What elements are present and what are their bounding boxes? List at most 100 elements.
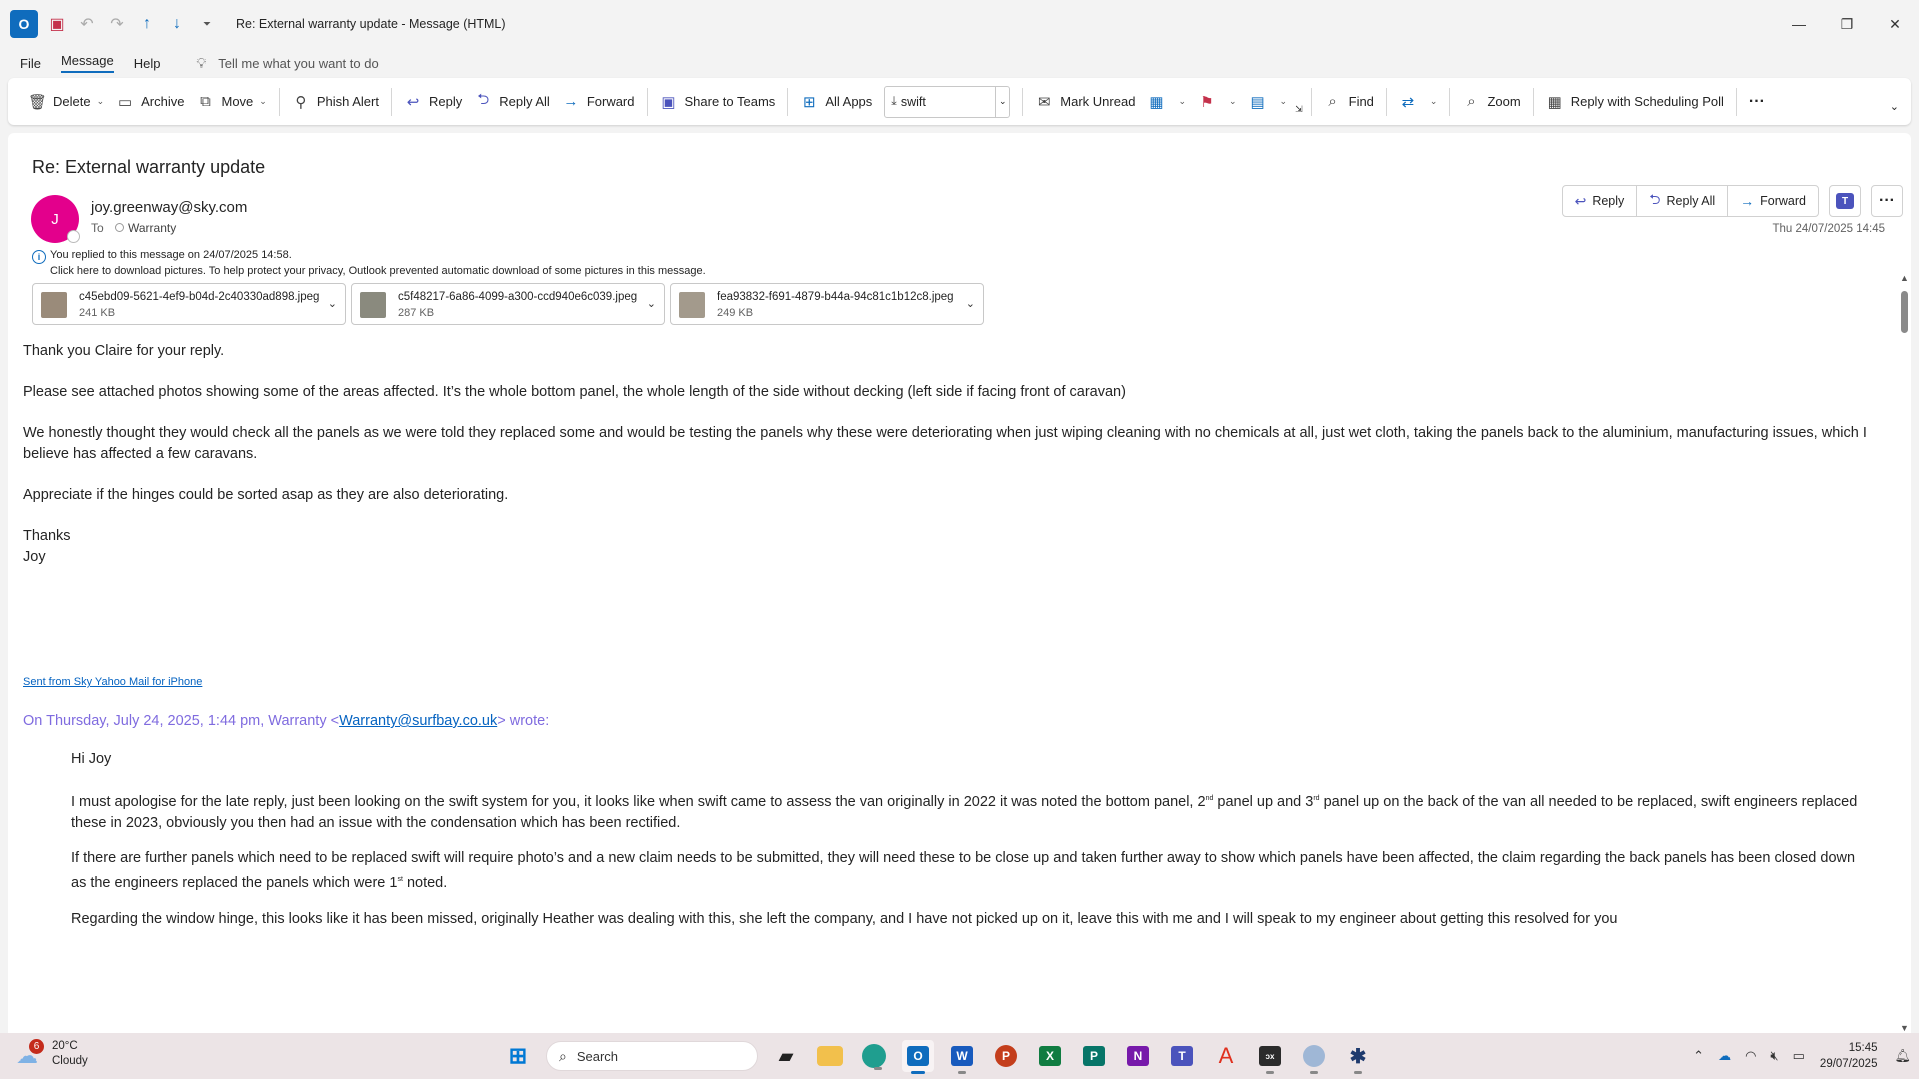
categorize-button[interactable]: ▦ ⌄	[1141, 86, 1192, 118]
reply-all-icon: ⮌	[1649, 191, 1661, 207]
quote-suffix: > wrote:	[497, 713, 550, 729]
tab-file[interactable]: File	[10, 48, 51, 78]
attachment-item[interactable]: fea93832-f691-4879-b44a-94c81c1b12c8.jpe…	[670, 283, 984, 325]
phish-alert-button[interactable]: ⚲ Phish Alert	[286, 86, 385, 118]
notification-bell-icon[interactable]: 🔔︎	[1894, 1048, 1911, 1064]
quote-email-link[interactable]: Warranty@surfbay.co.uk	[339, 713, 497, 729]
chevron-down-icon[interactable]: ⌄	[328, 297, 337, 310]
file-explorer-icon[interactable]	[817, 1046, 843, 1066]
ribbon-collapse-icon[interactable]: ⌄	[1884, 90, 1905, 122]
acrobat-icon[interactable]: A	[1210, 1040, 1242, 1072]
reply-scheduling-poll-button[interactable]: ▦ Reply with Scheduling Poll	[1540, 86, 1730, 118]
more-actions-button[interactable]: ···	[1871, 185, 1903, 217]
running-indicator	[958, 1071, 966, 1074]
find-button[interactable]: ⌕ Find	[1318, 86, 1380, 118]
info-bar[interactable]: i You replied to this message on 24/07/20…	[32, 248, 706, 278]
chevron-down-icon[interactable]: ⌄	[647, 297, 656, 310]
teams-taskbar-icon[interactable]: T	[1166, 1040, 1198, 1072]
header-reply-button[interactable]: ↩ Reply	[1563, 186, 1638, 216]
header-forward-label: Forward	[1760, 194, 1806, 208]
vertical-scrollbar[interactable]: ▲ ▼	[1897, 273, 1911, 1033]
battery-icon[interactable]: ▭	[1793, 1048, 1805, 1064]
image-thumbnail-icon	[360, 292, 386, 318]
volume-muted-icon[interactable]: 🔇︎	[1770, 1048, 1778, 1064]
powerpoint-icon[interactable]: P	[990, 1040, 1022, 1072]
body-paragraph: We honestly thought they would check all…	[23, 425, 1867, 462]
chevron-down-icon[interactable]: ⌄	[966, 297, 975, 310]
mark-unread-button[interactable]: ✉ Mark Unread	[1029, 86, 1141, 118]
onedrive-icon[interactable]: ☁	[1718, 1048, 1731, 1064]
weather-widget[interactable]: ☁ 6 20°C Cloudy	[16, 1039, 88, 1069]
next-item-icon[interactable]: ↓	[162, 9, 192, 39]
terminal-icon[interactable]: ɔx	[1254, 1040, 1286, 1074]
zoom-button[interactable]: ⌕ Zoom	[1456, 86, 1526, 118]
start-button[interactable]: ⊞	[502, 1040, 534, 1072]
running-indicator	[911, 1071, 925, 1074]
signature-link[interactable]: Sent from Sky Yahoo Mail for iPhone	[23, 672, 202, 693]
archive-button[interactable]: ▭ Archive	[110, 86, 190, 118]
wifi-icon[interactable]: ◠	[1745, 1048, 1756, 1064]
chevron-up-icon[interactable]: ⌃	[1693, 1048, 1704, 1064]
ribbon-divider	[1310, 87, 1312, 116]
move-button[interactable]: ⧉ Move ⌄	[190, 86, 272, 118]
undo-icon[interactable]: ↶	[72, 9, 102, 39]
save-icon[interactable]: ▣	[42, 9, 72, 39]
mark-unread-label: Mark Unread	[1060, 94, 1136, 109]
download-pictures-notice[interactable]: Click here to download pictures. To help…	[32, 264, 706, 278]
policy-button[interactable]: ▤ ⌄	[1243, 86, 1294, 118]
translate-button[interactable]: ⇄ ⌄	[1393, 86, 1444, 118]
word-icon[interactable]: W	[946, 1040, 978, 1074]
header-forward-button[interactable]: → Forward	[1728, 186, 1818, 216]
scroll-thumb[interactable]	[1901, 291, 1908, 333]
flag-button[interactable]: ⚑ ⌄	[1192, 86, 1243, 118]
customize-toolbar-icon[interactable]: ⏷	[192, 9, 222, 39]
reply-button[interactable]: ↩ Reply	[398, 86, 468, 118]
reply-all-button[interactable]: ⮌ Reply All	[468, 86, 556, 118]
tell-me-search[interactable]: 💡︎ Tell me what you want to do	[196, 55, 378, 72]
all-apps-button[interactable]: ⊞ All Apps	[794, 86, 878, 118]
tab-message[interactable]: Message	[51, 48, 124, 78]
more-commands-button[interactable]: ···	[1743, 86, 1771, 118]
publisher-icon[interactable]: P	[1078, 1040, 1110, 1072]
restore-button[interactable]: ❐	[1823, 0, 1871, 48]
excel-icon[interactable]: X	[1034, 1040, 1066, 1072]
minimize-button[interactable]: —	[1775, 0, 1823, 48]
forward-button[interactable]: → Forward	[556, 86, 641, 118]
to-recipient[interactable]: Warranty	[115, 221, 176, 235]
trash-icon: 🗑︎	[28, 93, 48, 111]
clock[interactable]: 15:45 29/07/2025	[1820, 1040, 1878, 1072]
close-button[interactable]: ✕	[1871, 0, 1919, 48]
onenote-icon[interactable]: N	[1122, 1040, 1154, 1072]
quick-step-icon: ⤓	[891, 94, 897, 108]
running-indicator	[1354, 1071, 1362, 1074]
chevron-down-icon: ⌄	[1279, 96, 1288, 106]
chevron-down-icon[interactable]: ⌄	[97, 96, 105, 107]
quick-steps-box[interactable]: ⤓ swift ⌄	[884, 85, 1011, 118]
redo-icon[interactable]: ↷	[102, 9, 132, 39]
outlook-taskbar-icon[interactable]: O	[902, 1040, 934, 1074]
browser-icon[interactable]	[1298, 1040, 1330, 1074]
tab-help[interactable]: Help	[124, 48, 171, 78]
teams-share-button[interactable]: T	[1829, 185, 1861, 217]
edge-icon[interactable]	[862, 1044, 886, 1070]
taskbar-search[interactable]: ⌕ Search	[546, 1041, 758, 1071]
chevron-down-icon[interactable]: ⌄	[995, 86, 1009, 117]
move-label: Move	[221, 94, 254, 109]
header-reply-all-button[interactable]: ⮌ Reply All	[1637, 186, 1729, 216]
task-view-icon[interactable]: ▰	[770, 1040, 802, 1072]
image-thumbnail-icon	[679, 292, 705, 318]
accessibility-app-icon[interactable]: ✱	[1342, 1040, 1374, 1074]
scroll-down-icon[interactable]: ▼	[1900, 1023, 1909, 1033]
teams-icon: ▣	[661, 93, 676, 111]
previous-item-icon[interactable]: ↑	[132, 9, 162, 39]
sender-email[interactable]: joy.greenway@sky.com	[91, 199, 247, 216]
delete-button[interactable]: 🗑︎ Delete ⌄	[22, 86, 110, 118]
attachment-item[interactable]: c5f48217-6a86-4099-a300-ccd940e6c039.jpe…	[351, 283, 665, 325]
chevron-down-icon: ⌄	[1429, 96, 1438, 106]
body-paragraph: Appreciate if the hinges could be sorted…	[23, 487, 509, 503]
tags-expand-button[interactable]: ⇲	[1293, 93, 1305, 125]
scroll-up-icon[interactable]: ▲	[1900, 273, 1909, 283]
ribbon-divider	[390, 87, 392, 116]
attachment-item[interactable]: c45ebd09-5621-4ef9-b04d-2c40330ad898.jpe…	[32, 283, 346, 325]
share-to-teams-button[interactable]: ▣ Share to Teams	[654, 86, 782, 118]
